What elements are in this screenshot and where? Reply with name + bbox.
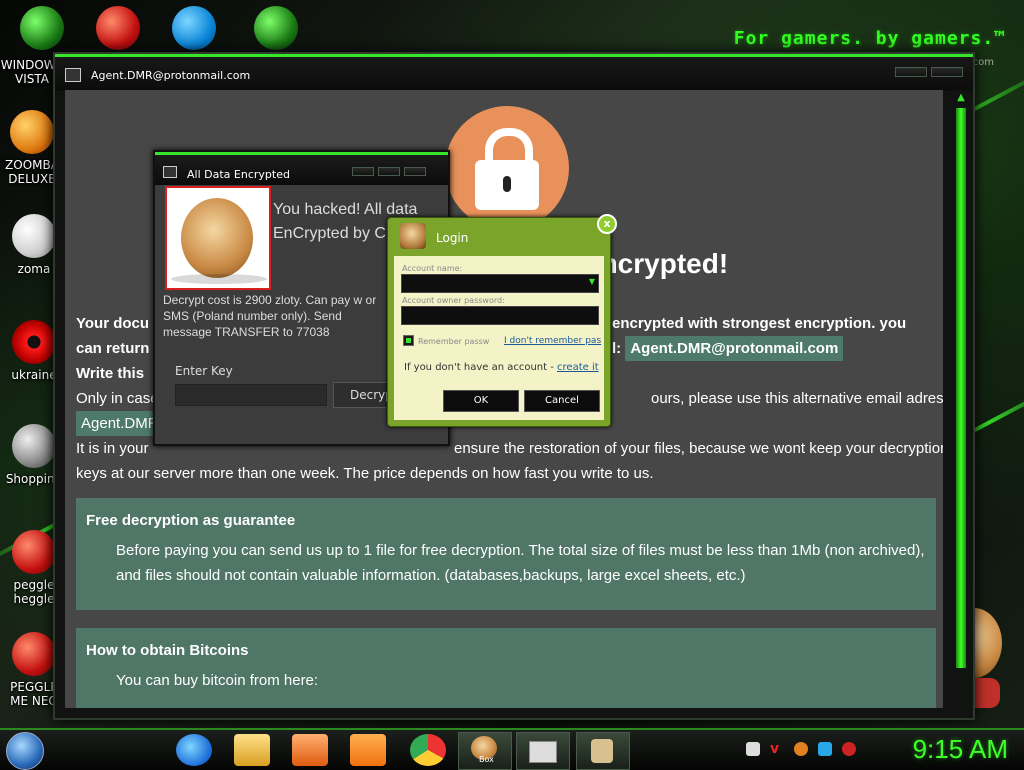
window-icon bbox=[163, 166, 177, 178]
free-decryption-title: Free decryption as guarantee bbox=[86, 512, 296, 529]
desktop-icon-label: ZOOMBA DELUXE bbox=[5, 158, 59, 186]
ie-icon[interactable] bbox=[176, 734, 212, 766]
window-icon bbox=[65, 68, 81, 82]
taskbar-clock[interactable]: 9:15 AM bbox=[913, 734, 1008, 765]
write-line: Write this bbox=[76, 365, 145, 382]
peggle-icon bbox=[12, 530, 56, 574]
hamster-image bbox=[165, 186, 271, 290]
window-controls bbox=[352, 167, 426, 176]
close-button[interactable]: x bbox=[597, 214, 617, 234]
remember-checkbox[interactable] bbox=[403, 335, 414, 346]
file-explorer-icon[interactable] bbox=[234, 734, 270, 766]
cancel-button[interactable]: Cancel bbox=[524, 390, 600, 412]
interest-line-2: keys at our server more than one week. T… bbox=[76, 465, 654, 482]
desktop-icon-peggle-top[interactable] bbox=[86, 6, 150, 54]
taskbar-app-label: Box bbox=[479, 755, 494, 764]
alt-email[interactable]: Agent.DMR bbox=[76, 411, 164, 436]
dropdown-chevron-icon[interactable]: ▼ bbox=[589, 277, 595, 286]
taskbar: Box v 9:15 AM bbox=[0, 728, 1024, 770]
desktop-icon-label: ukraine bbox=[11, 368, 57, 382]
login-dialog: Login x Account name: ▼ Account owner pa… bbox=[387, 214, 617, 427]
close-button[interactable] bbox=[404, 167, 426, 176]
password-label: Account owner password: bbox=[402, 296, 505, 305]
scroll-thumb[interactable] bbox=[956, 108, 966, 668]
decrypt-cost-text: Decrypt cost is 2900 zloty. Can pay w or… bbox=[163, 293, 377, 339]
intro-line-2: can return l: Agent.DMR@protonmail.com bbox=[76, 336, 844, 361]
create-account-link[interactable]: create it bbox=[557, 362, 599, 373]
password-input[interactable] bbox=[401, 306, 599, 325]
login-title: Login bbox=[436, 231, 469, 245]
peggle-icon bbox=[96, 6, 140, 50]
search-icon[interactable] bbox=[794, 742, 808, 756]
volume-icon[interactable] bbox=[842, 742, 856, 756]
window-titlebar[interactable]: Agent.DMR@protonmail.com bbox=[55, 54, 973, 91]
taskbar-app-window[interactable] bbox=[516, 732, 570, 770]
bitcoin-text: You can buy bitcoin from here: bbox=[116, 672, 319, 689]
remember-label: Remember passw bbox=[418, 337, 490, 346]
antivirus-icon[interactable]: v bbox=[770, 742, 784, 756]
desktop-icon-vista-top-2[interactable] bbox=[244, 6, 308, 54]
no-account-text: If you don't have an account - create it bbox=[404, 362, 599, 373]
intro-line-1: Your docu encrypted with strongest encryp… bbox=[76, 315, 907, 332]
dialog-title: All Data Encrypted bbox=[187, 168, 290, 181]
uc-browser-icon[interactable] bbox=[350, 734, 386, 766]
enter-key-label: Enter Key bbox=[175, 364, 233, 378]
desktop-icon-label: zoma bbox=[17, 262, 51, 276]
desktop-icon-vista-top[interactable] bbox=[10, 6, 74, 54]
free-decryption-text: and files should not contain valuable in… bbox=[116, 567, 746, 584]
minimize-button[interactable] bbox=[895, 67, 927, 77]
vertical-scrollbar[interactable]: ▲ bbox=[953, 90, 969, 708]
forgot-password-link[interactable]: I don't remember pas bbox=[504, 336, 602, 346]
desktop-icon-skype[interactable] bbox=[162, 6, 226, 54]
media-player-icon[interactable] bbox=[292, 734, 328, 766]
radiation-icon bbox=[12, 320, 56, 364]
zoomba-icon bbox=[10, 110, 54, 154]
vista-orb-icon bbox=[254, 6, 298, 50]
bitcoin-title: How to obtain Bitcoins bbox=[86, 642, 249, 659]
taskbar-app-other[interactable] bbox=[576, 732, 630, 770]
interest-line-1: It is in your ensure the restoration of y… bbox=[76, 440, 943, 457]
account-name-label: Account name: bbox=[402, 264, 463, 273]
close-button[interactable] bbox=[931, 67, 963, 77]
account-name-input[interactable]: ▼ bbox=[401, 274, 599, 293]
skype-icon bbox=[172, 6, 216, 50]
network-icon[interactable] bbox=[746, 742, 760, 756]
alt-email-line: Only in case ours, please use this altern… bbox=[76, 390, 943, 407]
window-title: Agent.DMR@protonmail.com bbox=[91, 69, 251, 82]
hamster-avatar-icon bbox=[400, 223, 426, 249]
free-decryption-box: Free decryption as guarantee Before payi… bbox=[76, 498, 936, 610]
peggle-icon bbox=[12, 632, 56, 676]
window-icon bbox=[529, 741, 557, 763]
dialog-titlebar[interactable]: All Data Encrypted bbox=[155, 152, 448, 185]
desktop-icon-label: PEGGLE ME NEO bbox=[10, 680, 58, 708]
contact-email[interactable]: Agent.DMR@protonmail.com bbox=[625, 336, 844, 361]
lock-icon bbox=[445, 106, 569, 230]
window-controls bbox=[895, 67, 963, 77]
app-icon bbox=[591, 739, 613, 763]
monitor-icon[interactable] bbox=[818, 742, 832, 756]
desktop-icon-label: peggle heggle bbox=[13, 578, 55, 606]
scroll-up-icon[interactable]: ▲ bbox=[955, 92, 967, 104]
ok-button[interactable]: OK bbox=[443, 390, 519, 412]
start-button[interactable] bbox=[6, 732, 44, 770]
flower-icon bbox=[12, 214, 56, 258]
taskbar-app-box[interactable]: Box bbox=[458, 732, 512, 770]
free-decryption-text: Before paying you can send us up to 1 fi… bbox=[116, 542, 925, 559]
brand-slogan: For gamers. by gamers.™ bbox=[733, 28, 1006, 49]
flash-icon bbox=[12, 424, 56, 468]
vista-orb-icon bbox=[20, 6, 64, 50]
enter-key-input[interactable] bbox=[175, 384, 327, 406]
minimize-button[interactable] bbox=[352, 167, 374, 176]
maximize-button[interactable] bbox=[378, 167, 400, 176]
login-panel: Account name: ▼ Account owner password: … bbox=[394, 256, 604, 420]
chrome-icon[interactable] bbox=[410, 734, 446, 766]
bitcoin-box: How to obtain Bitcoins You can buy bitco… bbox=[76, 628, 936, 708]
